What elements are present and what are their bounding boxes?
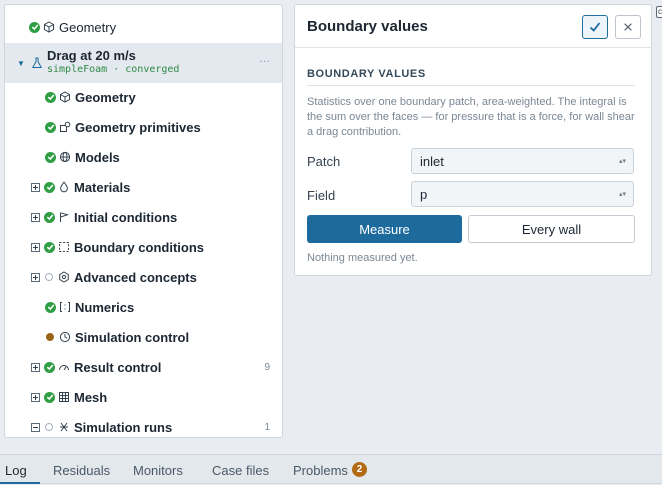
more-options-icon[interactable]: …	[259, 53, 270, 65]
tab-case-files[interactable]: Case files	[212, 463, 269, 478]
tree-item-label: Geometry	[75, 89, 136, 105]
confirm-button[interactable]	[582, 15, 608, 39]
patch-label: Patch	[307, 154, 341, 169]
tree-item-geometry-top[interactable]: Geometry	[5, 12, 282, 42]
tab-problems[interactable]: Problems	[293, 463, 348, 478]
grid-icon	[58, 391, 70, 403]
clock-icon	[59, 331, 71, 343]
chevron-down-icon[interactable]: ▼	[17, 59, 27, 68]
shapes-icon	[59, 121, 71, 133]
boundary-values-panel: Boundary values BOUNDARY VALUES Statisti…	[294, 4, 652, 276]
expand-icon[interactable]	[31, 182, 40, 192]
tree-item-label: Initial conditions	[74, 209, 178, 225]
done-check-icon	[44, 241, 55, 253]
tree-item-models[interactable]: Models	[5, 142, 282, 172]
tree-item-geometry-primitives[interactable]: Geometry primitives	[5, 112, 282, 142]
done-check-icon	[45, 121, 56, 133]
tree-item-simulation-control[interactable]: Simulation control	[5, 322, 282, 352]
chevron-updown-icon: ▴▾	[618, 191, 626, 198]
hexagon-icon	[58, 271, 70, 283]
chevron-updown-icon: ▴▾	[618, 158, 626, 165]
tree-item-label: Advanced concepts	[74, 269, 197, 285]
case-title-block: Drag at 20 m/s simpleFoam · converged	[47, 49, 179, 77]
tree-item-label: Materials	[74, 179, 131, 195]
tab-monitors[interactable]: Monitors	[133, 463, 183, 478]
numerics-icon	[59, 301, 71, 313]
tree-item-label: Geometry primitives	[75, 119, 201, 135]
done-check-icon	[45, 91, 56, 103]
problems-count-badge: 2	[352, 462, 367, 477]
tree-item-label: Result control	[74, 359, 162, 375]
done-check-icon	[45, 151, 56, 163]
tree-item-label: Boundary conditions	[74, 239, 204, 255]
collapse-icon[interactable]	[31, 422, 40, 432]
flag-icon	[58, 211, 70, 223]
patch-select[interactable]: inlet ▴▾	[411, 148, 634, 174]
tree-item-label: Simulation control	[75, 329, 190, 345]
globe-icon	[59, 151, 71, 163]
done-check-icon	[44, 181, 55, 193]
measurement-status: Nothing measured yet.	[307, 252, 418, 264]
case-title: Drag at 20 m/s	[47, 48, 136, 63]
active-tab-indicator	[0, 482, 40, 484]
tree-item-label: Mesh	[74, 389, 108, 405]
close-button[interactable]	[615, 15, 641, 39]
tree-item-advanced-concepts[interactable]: Advanced concepts	[5, 262, 282, 292]
cube-icon	[43, 21, 55, 33]
field-label: Field	[307, 188, 336, 203]
external-window-icon[interactable]: c	[656, 6, 662, 18]
pending-status-icon	[45, 423, 53, 431]
log-output	[0, 485, 662, 496]
expand-icon[interactable]	[31, 392, 40, 402]
tree-item-boundary-conditions[interactable]: Boundary conditions	[5, 232, 282, 262]
tree-item-label: Models	[75, 149, 120, 165]
tab-log[interactable]: Log	[5, 463, 27, 478]
gauge-icon	[58, 361, 70, 373]
every-wall-button[interactable]: Every wall	[468, 215, 635, 243]
expand-icon[interactable]	[31, 242, 40, 252]
tree-item-initial-conditions[interactable]: Initial conditions	[5, 202, 282, 232]
done-check-icon	[44, 391, 55, 403]
expand-icon[interactable]	[31, 362, 40, 372]
field-value: p	[420, 186, 428, 202]
measure-button[interactable]: Measure	[307, 215, 462, 243]
item-count: 1	[264, 421, 270, 433]
patch-value: inlet	[420, 153, 444, 169]
case-tree-panel: Geometry ▼ Drag at 20 m/s simpleFoam · c…	[4, 4, 283, 438]
panel-description: Statistics over one boundary patch, area…	[307, 96, 635, 138]
cube-icon	[59, 91, 71, 103]
pending-status-icon	[45, 273, 53, 281]
expand-icon[interactable]	[31, 272, 40, 282]
field-select[interactable]: p ▴▾	[411, 181, 634, 207]
done-check-icon	[44, 361, 55, 373]
tree-item-label: Numerics	[75, 299, 135, 315]
drop-icon	[58, 181, 70, 193]
section-divider	[307, 85, 635, 86]
tab-residuals[interactable]: Residuals	[53, 463, 110, 478]
panel-title: Boundary values	[307, 18, 428, 35]
close-icon	[624, 23, 632, 31]
tree-item-result-control[interactable]: Result control 9	[5, 352, 282, 382]
check-icon	[589, 22, 601, 32]
done-check-icon	[29, 21, 40, 33]
tree-item-materials[interactable]: Materials	[5, 172, 282, 202]
flask-icon	[31, 57, 43, 69]
done-check-icon	[45, 301, 56, 313]
boundary-icon	[58, 241, 70, 253]
warning-status-icon	[46, 333, 54, 341]
run-icon	[58, 421, 70, 433]
section-heading: BOUNDARY VALUES	[307, 68, 426, 80]
tree-item-label: Geometry	[59, 19, 117, 35]
item-count: 9	[264, 361, 270, 373]
tree-item-simulation-runs[interactable]: Simulation runs 1	[5, 412, 282, 437]
tree-item-geometry[interactable]: Geometry	[5, 82, 282, 112]
expand-icon[interactable]	[31, 212, 40, 222]
tree-item-label: Simulation runs	[74, 419, 173, 435]
tree-item-numerics[interactable]: Numerics	[5, 292, 282, 322]
panel-header: Boundary values	[295, 5, 651, 48]
tree-case-drag[interactable]: ▼ Drag at 20 m/s simpleFoam · converged …	[5, 43, 282, 83]
case-status-subtitle: simpleFoam · converged	[47, 64, 180, 75]
done-check-icon	[44, 211, 55, 223]
tree-item-mesh[interactable]: Mesh	[5, 382, 282, 412]
